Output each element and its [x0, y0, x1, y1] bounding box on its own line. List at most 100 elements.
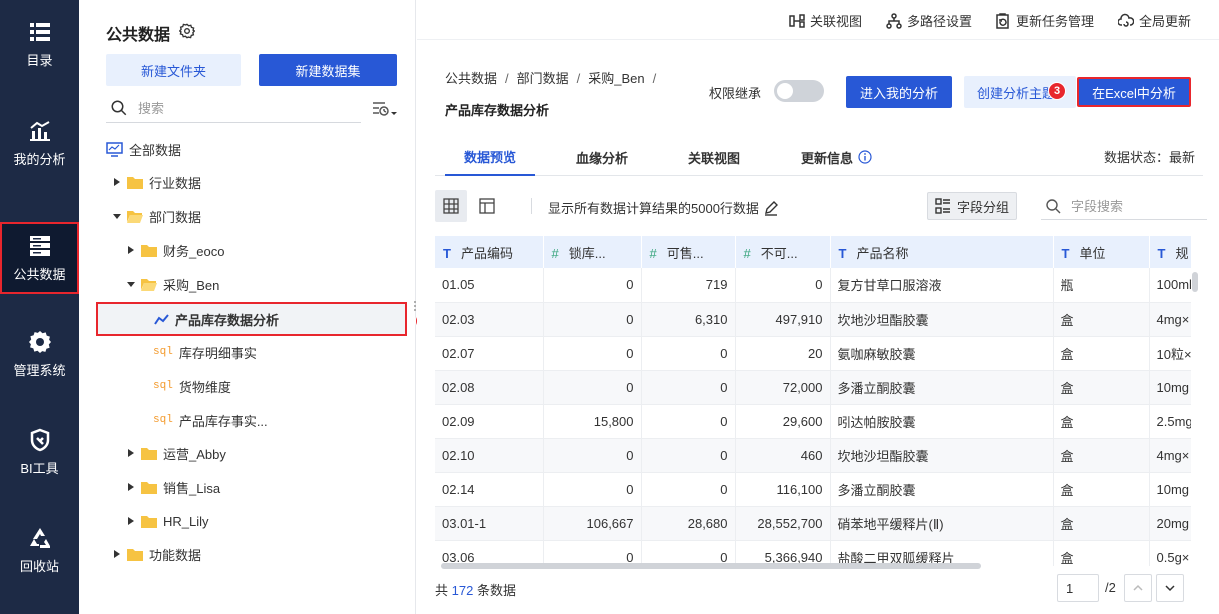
filter-sort-icon[interactable] — [371, 100, 399, 118]
toolbar-divider — [531, 198, 532, 214]
column-header[interactable]: T规 — [1149, 236, 1191, 268]
vertical-scrollbar[interactable] — [1192, 272, 1198, 562]
rows-info[interactable]: 显示所有数据计算结果的5000行数据 — [548, 198, 779, 217]
table-row[interactable]: 02.03 0 6,310 497,910 坎地沙坦酯胶囊盒 4mg× — [435, 302, 1191, 337]
multi-path-button[interactable]: 多路径设置 — [886, 11, 972, 30]
column-header[interactable]: # 锁库... — [543, 236, 642, 268]
tree-node-all-data[interactable]: 全部数据 — [106, 132, 181, 166]
caret-right-icon — [128, 449, 134, 457]
tree-node-finance[interactable]: 财务_eoco — [127, 233, 224, 267]
breadcrumb-sep: / — [652, 71, 657, 86]
nav-item-catalog[interactable]: 目录 — [0, 8, 79, 80]
new-dataset-button[interactable]: 新建数据集 — [259, 54, 397, 86]
tree-node-sales[interactable]: 销售_Lisa — [127, 470, 220, 504]
record-count: 共 172 条数据 — [435, 580, 516, 599]
tab-data-preview[interactable]: 数据预览 — [445, 138, 535, 176]
tab-lineage[interactable]: 血缘分析 — [576, 138, 628, 176]
nav-item-my-analysis[interactable]: 我的分析 — [0, 107, 79, 179]
prev-page-button[interactable] — [1124, 574, 1152, 602]
tree-node-department[interactable]: 部门数据 — [113, 199, 201, 233]
nav-item-recycle[interactable]: 回收站 — [0, 514, 79, 586]
table-row[interactable]: 01.05 0 719 0 复方甘草口服溶液瓶 100ml — [435, 268, 1191, 303]
excel-analysis-button[interactable]: 在Excel中分析 — [1077, 77, 1191, 107]
table-cell: 100ml — [1149, 268, 1191, 303]
table-cell: 盒 — [1053, 506, 1150, 541]
tree-node-inventory-fact[interactable]: sql 产品库存事实... — [153, 403, 268, 437]
nav-item-public-data[interactable]: 公共数据 — [0, 222, 79, 294]
column-header[interactable]: # 不可... — [735, 236, 831, 268]
tree-node-label: 产品库存事实... — [178, 413, 268, 429]
tree-node-operations[interactable]: 运营_Abby — [127, 436, 226, 470]
horizontal-scrollbar[interactable] — [441, 563, 981, 569]
table-cell: 01.05 — [435, 268, 544, 303]
tab-relation-view[interactable]: 关联视图 — [688, 138, 740, 176]
tree-node-purchase[interactable]: 采购_Ben — [127, 267, 219, 301]
nav-item-bi-tools[interactable]: BI工具 — [0, 416, 79, 488]
list-icon — [29, 22, 50, 41]
tree-node-industry[interactable]: 行业数据 — [113, 165, 201, 199]
text-type-icon: T — [443, 245, 451, 261]
nav-item-admin[interactable]: 管理系统 — [0, 318, 79, 390]
info-icon — [858, 150, 872, 164]
table-cell: 0 — [543, 472, 642, 507]
relation-view-button[interactable]: 关联视图 — [789, 11, 862, 30]
tree-node-function[interactable]: 功能数据 — [113, 537, 201, 571]
breadcrumb-item[interactable]: 部门数据 — [517, 71, 569, 86]
search-placeholder: 搜索 — [138, 101, 165, 116]
folder-icon — [141, 244, 157, 257]
analysis-line-icon — [154, 313, 169, 325]
table-cell: 10mg — [1149, 370, 1191, 405]
tree-panel: 公共数据 新建文件夹 新建数据集 搜索 全部数据 行业数据 部门数据 财务_eo… — [79, 0, 416, 614]
grid-view-button[interactable] — [435, 190, 467, 222]
number-type-icon: # — [649, 245, 657, 261]
column-label: 产品编码 — [460, 245, 513, 261]
update-tasks-button[interactable]: 更新任务管理 — [995, 11, 1094, 30]
table-cell: 497,910 — [735, 302, 831, 337]
page-total: /2 — [1105, 580, 1116, 595]
folder-icon — [141, 481, 157, 494]
tree-search-input[interactable]: 搜索 — [106, 93, 361, 123]
next-page-button[interactable] — [1156, 574, 1184, 602]
column-header[interactable]: T 单位 — [1053, 236, 1150, 268]
table-cell: 10粒× — [1149, 336, 1191, 371]
tree-node-inventory-detail[interactable]: sql 库存明细事实 — [153, 335, 257, 369]
global-update-button[interactable]: 全局更新 — [1118, 11, 1191, 30]
permission-toggle[interactable] — [774, 80, 824, 102]
table-cell: 0 — [735, 268, 831, 303]
column-header[interactable]: T 产品名称 — [830, 236, 1054, 268]
column-header[interactable]: # 可售... — [641, 236, 736, 268]
table-cell: 0 — [641, 438, 736, 473]
new-folder-button[interactable]: 新建文件夹 — [106, 54, 241, 86]
table-cell: 0 — [641, 404, 736, 439]
settings-gear-icon[interactable] — [179, 23, 195, 39]
tree-node-inventory-analysis[interactable]: 产品库存数据分析 — [96, 302, 407, 336]
table-row[interactable]: 02.09 15,800 0 29,600 吲达帕胺胶囊盒 2.5mg — [435, 404, 1191, 439]
tree-node-goods-dim[interactable]: sql 货物维度 — [153, 369, 231, 403]
scroll-thumb[interactable] — [1192, 272, 1198, 292]
table-cell: 瓶 — [1053, 268, 1150, 303]
tab-update-info[interactable]: 更新信息 — [801, 138, 872, 176]
enter-analysis-button[interactable]: 进入我的分析 — [846, 76, 952, 108]
field-search-input[interactable]: 字段搜索 — [1041, 192, 1207, 220]
cloud-refresh-icon — [1118, 13, 1134, 27]
table-row[interactable]: 03.01-1 106,667 28,680 28,552,700 硝苯地平缓释片(Ⅱ)… — [435, 506, 1191, 541]
table-row[interactable]: 02.14 0 0 116,100 多潘立酮胶囊盒 10mg — [435, 472, 1191, 507]
table-cell: 盒 — [1053, 438, 1150, 473]
text-type-icon: T — [1157, 245, 1166, 261]
column-header[interactable]: T 产品编码 — [435, 236, 544, 268]
table-row[interactable]: 02.10 0 0 460 坎地沙坦酯胶囊盒 4mg× — [435, 438, 1191, 473]
field-group-button[interactable]: 字段分组 — [927, 192, 1017, 220]
table-row[interactable]: 02.07 0 0 20 氨咖麻敏胶囊盒 10粒× — [435, 336, 1191, 371]
tree-node-hr[interactable]: HR_Lily — [127, 504, 209, 538]
layout-view-button[interactable] — [471, 190, 503, 222]
field-group-label: 字段分组 — [956, 199, 1009, 215]
table-cell: 硝苯地平缓释片(Ⅱ) — [830, 506, 1054, 541]
breadcrumb-item[interactable]: 公共数据 — [445, 71, 497, 86]
page-number-input[interactable]: 1 — [1057, 574, 1099, 602]
breadcrumb-item[interactable]: 采购_Ben — [588, 71, 644, 86]
table-cell: 28,680 — [641, 506, 736, 541]
tree-node-label: HR_Lily — [163, 513, 209, 529]
table-row[interactable]: 02.08 0 0 72,000 多潘立酮胶囊盒 10mg — [435, 370, 1191, 405]
rows-info-text: 显示所有数据计算结果的5000行数据 — [548, 201, 759, 216]
table-cell: 20 — [735, 336, 831, 371]
